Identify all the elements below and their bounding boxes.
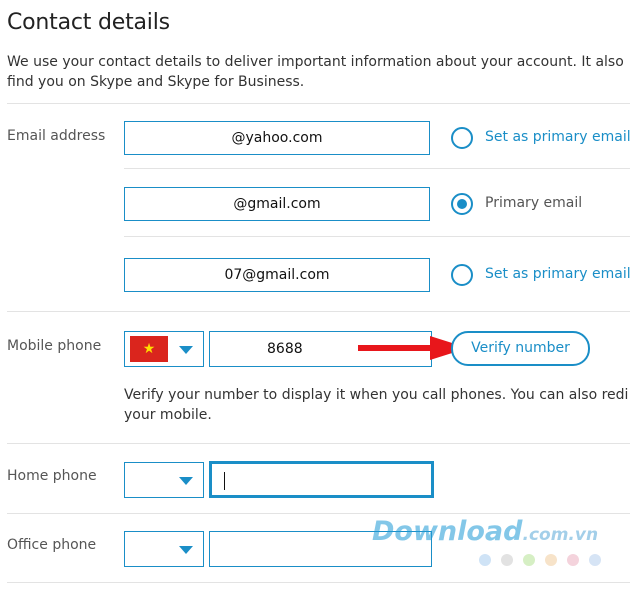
mobile-help-line-1: Verify your number to display it when yo… — [124, 387, 629, 403]
chevron-down-icon — [179, 477, 193, 485]
country-code-dropdown[interactable]: ★ — [124, 331, 204, 367]
divider — [7, 311, 630, 312]
office-country-code-dropdown[interactable] — [124, 531, 204, 567]
mobile-help-line-2: your mobile. — [124, 407, 212, 423]
email-2-radio[interactable] — [451, 193, 473, 215]
email-1-radio[interactable] — [451, 127, 473, 149]
email-field-1[interactable]: @yahoo.com — [124, 121, 430, 155]
watermark-dot — [523, 554, 535, 566]
vietnam-flag-icon: ★ — [130, 336, 168, 362]
page-title: Contact details — [7, 10, 170, 35]
email-2-primary-label: Primary email — [485, 195, 583, 211]
watermark-domain-suffix: .com.vn — [522, 525, 599, 545]
divider — [7, 513, 630, 514]
download-watermark: Download.com.vn — [372, 516, 598, 547]
divider — [7, 582, 630, 583]
divider — [124, 236, 630, 237]
home-phone-field[interactable] — [209, 461, 434, 498]
intro-line-2: find you on Skype and Skype for Business… — [7, 74, 305, 90]
email-1-set-primary-link[interactable]: Set as primary email — [485, 129, 630, 145]
mobile-phone-label: Mobile phone — [7, 338, 102, 354]
chevron-down-icon — [179, 546, 193, 554]
email-label: Email address — [7, 128, 106, 144]
watermark-dot — [545, 554, 557, 566]
watermark-dot — [589, 554, 601, 566]
intro-line-1: We use your contact details to deliver i… — [7, 54, 624, 70]
divider — [124, 168, 630, 169]
home-phone-label: Home phone — [7, 468, 97, 484]
watermark-logo-text: Download — [372, 516, 523, 547]
verify-number-button[interactable]: Verify number — [451, 331, 590, 366]
email-field-2[interactable]: @gmail.com — [124, 187, 430, 221]
email-3-radio[interactable] — [451, 264, 473, 286]
watermark-dot — [501, 554, 513, 566]
watermark-dot — [479, 554, 491, 566]
watermark-dot — [567, 554, 579, 566]
divider — [7, 443, 630, 444]
text-cursor — [224, 472, 225, 490]
chevron-down-icon — [179, 346, 193, 354]
email-3-set-primary-link[interactable]: Set as primary email — [485, 266, 630, 282]
home-country-code-dropdown[interactable] — [124, 462, 204, 498]
watermark-dots — [479, 554, 609, 568]
mobile-help-text: Verify your number to display it when yo… — [124, 385, 628, 425]
divider — [7, 103, 630, 104]
radio-selected-dot — [457, 199, 467, 209]
intro-text: We use your contact details to deliver i… — [7, 52, 630, 92]
email-field-3[interactable]: 07@gmail.com — [124, 258, 430, 292]
office-phone-label: Office phone — [7, 537, 97, 553]
